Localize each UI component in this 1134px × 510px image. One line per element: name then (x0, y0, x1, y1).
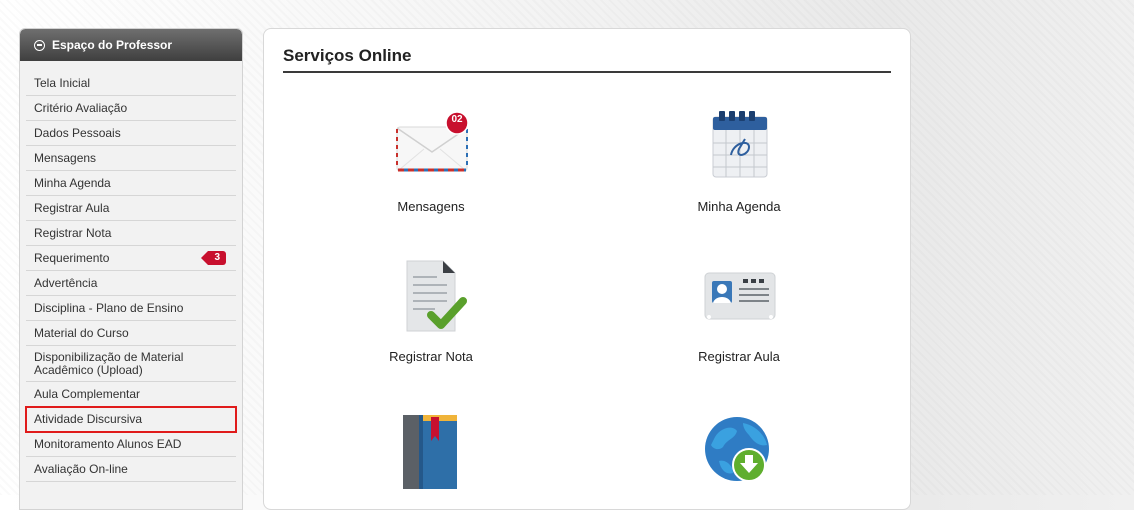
service-registrar-aula[interactable]: Registrar Aula (639, 255, 839, 375)
services-panel: Serviços Online 02 Mensagens Minha Agend… (263, 28, 911, 510)
sidebar-title: Espaço do Professor (52, 38, 173, 52)
sidebar-item-criterio-avaliacao[interactable]: Critério Avaliação (26, 96, 236, 121)
id-card-icon[interactable] (699, 255, 779, 335)
sidebar-item-requerimento[interactable]: Requerimento 3 (26, 246, 236, 271)
page-title: Serviços Online (283, 46, 412, 65)
mensagens-count-badge: 02 (451, 114, 463, 125)
sidebar: Espaço do Professor Tela Inicial Critéri… (19, 28, 243, 510)
service-book[interactable] (331, 409, 531, 509)
requerimento-count-badge: 3 (201, 251, 226, 265)
calendar-icon[interactable] (699, 105, 779, 185)
service-registrar-nota[interactable]: Registrar Nota (331, 255, 531, 375)
sidebar-menu: Tela Inicial Critério Avaliação Dados Pe… (20, 61, 242, 482)
sidebar-item-avaliacao-online[interactable]: Avaliação On-line (26, 457, 236, 482)
sidebar-item-registrar-aula[interactable]: Registrar Aula (26, 196, 236, 221)
document-check-icon[interactable] (391, 255, 471, 335)
collapse-icon[interactable] (34, 39, 45, 51)
service-download[interactable] (639, 409, 839, 509)
title-divider (283, 71, 891, 73)
sidebar-item-mensagens[interactable]: Mensagens (26, 146, 236, 171)
service-label-registrar-aula[interactable]: Registrar Aula (639, 349, 839, 364)
service-label-mensagens[interactable]: Mensagens (331, 199, 531, 214)
sidebar-item-advertencia[interactable]: Advertência (26, 271, 236, 296)
sidebar-item-plano-de-ensino[interactable]: Disciplina - Plano de Ensino (26, 296, 236, 321)
sidebar-item-monitoramento-ead[interactable]: Monitoramento Alunos EAD (26, 432, 236, 457)
sidebar-item-tela-inicial[interactable]: Tela Inicial (26, 71, 236, 96)
globe-download-icon[interactable] (699, 409, 779, 489)
service-minha-agenda[interactable]: Minha Agenda (639, 105, 839, 225)
sidebar-item-upload-material[interactable]: Disponibilização de Material Acadêmico (… (26, 346, 236, 382)
sidebar-item-atividade-discursiva[interactable]: Atividade Discursiva (25, 406, 237, 433)
sidebar-item-material-do-curso[interactable]: Material do Curso (26, 321, 236, 346)
sidebar-item-registrar-nota[interactable]: Registrar Nota (26, 221, 236, 246)
service-mensagens[interactable]: 02 Mensagens (331, 105, 531, 225)
sidebar-header[interactable]: Espaço do Professor (20, 29, 242, 61)
service-label-minha-agenda[interactable]: Minha Agenda (639, 199, 839, 214)
sidebar-item-aula-complementar[interactable]: Aula Complementar (26, 382, 236, 407)
service-label-registrar-nota[interactable]: Registrar Nota (331, 349, 531, 364)
sidebar-item-dados-pessoais[interactable]: Dados Pessoais (26, 121, 236, 146)
sidebar-item-minha-agenda[interactable]: Minha Agenda (26, 171, 236, 196)
book-icon[interactable] (391, 409, 471, 489)
